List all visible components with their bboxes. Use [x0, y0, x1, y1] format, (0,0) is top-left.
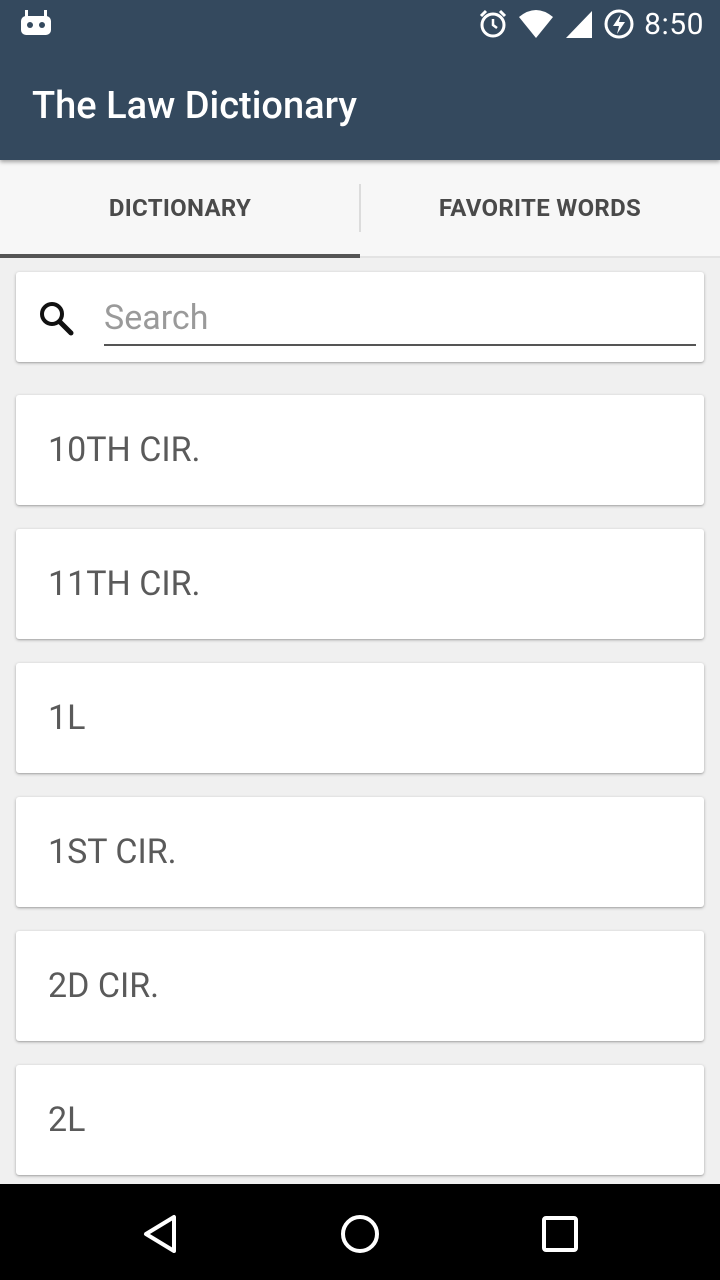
back-icon[interactable] [138, 1212, 182, 1256]
app-title: The Law Dictionary [32, 84, 357, 128]
tab-divider [359, 184, 361, 232]
word-label: 1ST CIR. [48, 832, 177, 872]
tab-bar: DICTIONARY FAVORITE WORDS [0, 160, 720, 258]
word-label: 2D CIR. [48, 966, 160, 1006]
cell-signal-icon [566, 11, 593, 38]
tab-favorite-words[interactable]: FAVORITE WORDS [360, 160, 720, 256]
alarm-icon [480, 9, 507, 38]
wifi-icon [519, 10, 554, 38]
search-input[interactable] [104, 292, 696, 346]
list-item[interactable]: 10TH CIR. [16, 395, 704, 505]
tab-favorite-words-label: FAVORITE WORDS [438, 194, 642, 222]
list-item[interactable]: 2D CIR. [16, 931, 704, 1041]
word-label: 1L [48, 698, 86, 738]
battery-charging-icon [604, 9, 634, 39]
word-list[interactable]: 10TH CIR. 11TH CIR. 1L 1ST CIR. 2D CIR. … [0, 256, 720, 1184]
tab-dictionary[interactable]: DICTIONARY [0, 160, 360, 258]
list-item[interactable]: 2L [16, 1065, 704, 1175]
word-label: 11TH CIR. [48, 564, 201, 604]
word-label: 10TH CIR. [48, 430, 201, 470]
search-card [16, 272, 704, 362]
app-bar: 8:50 The Law Dictionary [0, 0, 720, 160]
status-time: 8:50 [644, 6, 704, 42]
recents-icon[interactable] [538, 1212, 582, 1256]
list-item[interactable]: 1ST CIR. [16, 797, 704, 907]
navigation-bar [0, 1184, 720, 1280]
search-icon[interactable] [36, 298, 76, 338]
list-item[interactable]: 1L [16, 663, 704, 773]
status-bar: 8:50 [0, 0, 720, 48]
home-icon[interactable] [338, 1212, 382, 1256]
word-label: 2L [48, 1100, 86, 1140]
android-debug-icon [21, 10, 51, 35]
tab-selected-indicator [0, 254, 360, 258]
tab-dictionary-label: DICTIONARY [108, 194, 252, 222]
list-item[interactable]: 11TH CIR. [16, 529, 704, 639]
